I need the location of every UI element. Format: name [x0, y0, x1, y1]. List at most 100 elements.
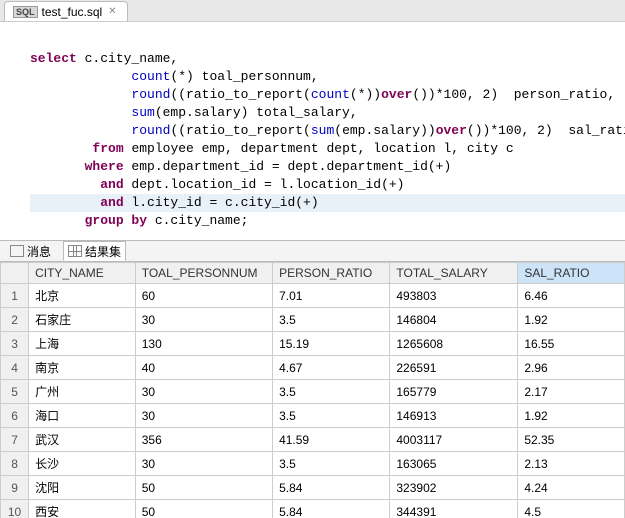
cell-sal-ratio[interactable]: 2.13	[518, 452, 625, 476]
kw-and: and	[100, 177, 123, 192]
table-row[interactable]: 8长沙303.51630652.13	[1, 452, 625, 476]
col-person-ratio[interactable]: PERSON_RATIO	[273, 263, 390, 284]
cell-total-salary[interactable]: 163065	[390, 452, 518, 476]
sql-text: ((ratio_to_report(	[170, 123, 310, 138]
indent	[30, 141, 92, 156]
cell-person-ratio[interactable]: 3.5	[273, 308, 390, 332]
cell-sal-ratio[interactable]: 4.24	[518, 476, 625, 500]
cell-toal-personnum[interactable]: 30	[135, 404, 272, 428]
col-sal-ratio[interactable]: SAL_RATIO	[518, 263, 625, 284]
cell-city-name[interactable]: 北京	[29, 284, 136, 308]
row-number[interactable]: 8	[1, 452, 29, 476]
cell-city-name[interactable]: 南京	[29, 356, 136, 380]
tab-results[interactable]: 结果集	[63, 241, 126, 261]
sql-text: (emp.salary) total_salary,	[155, 105, 358, 120]
kw-and: and	[100, 195, 123, 210]
cell-toal-personnum[interactable]: 356	[135, 428, 272, 452]
cell-person-ratio[interactable]: 7.01	[273, 284, 390, 308]
cell-total-salary[interactable]: 323902	[390, 476, 518, 500]
cell-city-name[interactable]: 上海	[29, 332, 136, 356]
cell-total-salary[interactable]: 4003117	[390, 428, 518, 452]
cell-city-name[interactable]: 长沙	[29, 452, 136, 476]
cell-sal-ratio[interactable]: 1.92	[518, 308, 625, 332]
cell-total-salary[interactable]: 146804	[390, 308, 518, 332]
table-row[interactable]: 2石家庄303.51468041.92	[1, 308, 625, 332]
col-total-salary[interactable]: TOTAL_SALARY	[390, 263, 518, 284]
cell-toal-personnum[interactable]: 50	[135, 476, 272, 500]
cell-city-name[interactable]: 武汉	[29, 428, 136, 452]
cell-city-name[interactable]: 海口	[29, 404, 136, 428]
indent	[30, 195, 100, 210]
results-tab-bar: 消息 结果集	[0, 240, 625, 262]
cell-total-salary[interactable]: 165779	[390, 380, 518, 404]
row-number[interactable]: 1	[1, 284, 29, 308]
cell-toal-personnum[interactable]: 50	[135, 500, 272, 518]
cell-total-salary[interactable]: 146913	[390, 404, 518, 428]
cell-total-salary[interactable]: 493803	[390, 284, 518, 308]
cell-toal-personnum[interactable]: 40	[135, 356, 272, 380]
cell-sal-ratio[interactable]: 52.35	[518, 428, 625, 452]
cell-total-salary[interactable]: 1265608	[390, 332, 518, 356]
results-grid-wrap[interactable]: CITY_NAME TOAL_PERSONNUM PERSON_RATIO TO…	[0, 262, 625, 518]
cell-person-ratio[interactable]: 5.84	[273, 476, 390, 500]
table-row[interactable]: 6海口303.51469131.92	[1, 404, 625, 428]
cell-city-name[interactable]: 广州	[29, 380, 136, 404]
col-toal-personnum[interactable]: TOAL_PERSONNUM	[135, 263, 272, 284]
cell-person-ratio[interactable]: 3.5	[273, 452, 390, 476]
row-number[interactable]: 9	[1, 476, 29, 500]
cell-person-ratio[interactable]: 4.67	[273, 356, 390, 380]
sql-text: l.city_id = c.city_id(+)	[124, 195, 319, 210]
row-number[interactable]: 10	[1, 500, 29, 518]
row-number[interactable]: 4	[1, 356, 29, 380]
indent	[30, 213, 85, 228]
fn-count: count	[131, 69, 170, 84]
cell-total-salary[interactable]: 226591	[390, 356, 518, 380]
sql-file-icon: SQL	[13, 6, 38, 18]
cell-person-ratio[interactable]: 3.5	[273, 404, 390, 428]
cell-sal-ratio[interactable]: 1.92	[518, 404, 625, 428]
table-row[interactable]: 10西安505.843443914.5	[1, 500, 625, 518]
cell-toal-personnum[interactable]: 30	[135, 380, 272, 404]
cell-sal-ratio[interactable]: 2.96	[518, 356, 625, 380]
row-number[interactable]: 5	[1, 380, 29, 404]
close-icon[interactable]: ✕	[106, 6, 118, 17]
cell-sal-ratio[interactable]: 6.46	[518, 284, 625, 308]
cell-person-ratio[interactable]: 15.19	[273, 332, 390, 356]
indent	[30, 87, 131, 102]
table-row[interactable]: 4南京404.672265912.96	[1, 356, 625, 380]
sql-editor[interactable]: select c.city_name, count(*) toal_person…	[0, 22, 625, 240]
results-table[interactable]: CITY_NAME TOAL_PERSONNUM PERSON_RATIO TO…	[0, 262, 625, 518]
file-tab[interactable]: SQL test_fuc.sql ✕	[4, 1, 128, 21]
indent	[30, 69, 131, 84]
cell-city-name[interactable]: 沈阳	[29, 476, 136, 500]
kw-over: over	[436, 123, 467, 138]
row-number[interactable]: 3	[1, 332, 29, 356]
row-number[interactable]: 7	[1, 428, 29, 452]
col-city-name[interactable]: CITY_NAME	[29, 263, 136, 284]
cell-sal-ratio[interactable]: 4.5	[518, 500, 625, 518]
messages-icon	[10, 245, 24, 257]
kw-groupby: group by	[85, 213, 147, 228]
row-number[interactable]: 6	[1, 404, 29, 428]
header-row: CITY_NAME TOAL_PERSONNUM PERSON_RATIO TO…	[1, 263, 625, 284]
table-row[interactable]: 5广州303.51657792.17	[1, 380, 625, 404]
table-row[interactable]: 9沈阳505.843239024.24	[1, 476, 625, 500]
cell-city-name[interactable]: 西安	[29, 500, 136, 518]
table-row[interactable]: 1北京607.014938036.46	[1, 284, 625, 308]
cell-toal-personnum[interactable]: 130	[135, 332, 272, 356]
tab-messages[interactable]: 消息	[6, 241, 55, 261]
cell-toal-personnum[interactable]: 30	[135, 452, 272, 476]
table-row[interactable]: 7武汉35641.59400311752.35	[1, 428, 625, 452]
cell-sal-ratio[interactable]: 16.55	[518, 332, 625, 356]
cell-city-name[interactable]: 石家庄	[29, 308, 136, 332]
row-number[interactable]: 2	[1, 308, 29, 332]
cell-total-salary[interactable]: 344391	[390, 500, 518, 518]
kw-where: where	[85, 159, 124, 174]
cell-person-ratio[interactable]: 5.84	[273, 500, 390, 518]
table-row[interactable]: 3上海13015.19126560816.55	[1, 332, 625, 356]
cell-toal-personnum[interactable]: 60	[135, 284, 272, 308]
cell-sal-ratio[interactable]: 2.17	[518, 380, 625, 404]
cell-toal-personnum[interactable]: 30	[135, 308, 272, 332]
cell-person-ratio[interactable]: 3.5	[273, 380, 390, 404]
cell-person-ratio[interactable]: 41.59	[273, 428, 390, 452]
